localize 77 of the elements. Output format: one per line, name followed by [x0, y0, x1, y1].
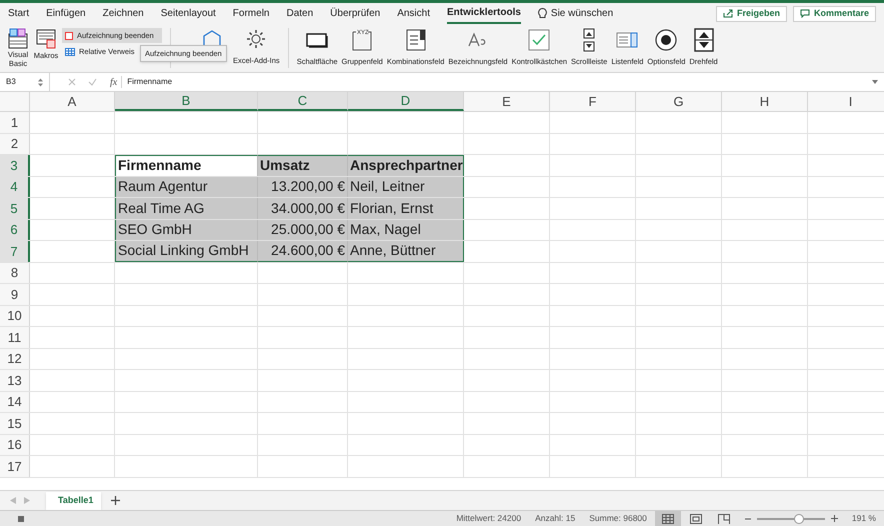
ribbon-tab[interactable]: Start: [8, 3, 30, 24]
zoom-percentage: 191 %: [852, 512, 876, 525]
row-header[interactable]: 12: [0, 348, 30, 369]
table-cell: Social Linking GmbH: [115, 241, 258, 262]
cancel-icon: [68, 78, 76, 86]
gear-icon: [245, 28, 268, 50]
row-header[interactable]: 5: [0, 198, 30, 218]
share-icon: [722, 9, 733, 18]
table-cell: 25.000,00 €: [258, 220, 348, 240]
ribbon-tab[interactable]: Daten: [286, 3, 314, 24]
column-header[interactable]: F: [550, 92, 636, 111]
column-header[interactable]: E: [464, 92, 550, 111]
row-header[interactable]: 3: [0, 155, 30, 176]
column-header[interactable]: B: [115, 92, 258, 111]
check-icon: [88, 78, 97, 86]
table-cell: SEO GmbH: [115, 220, 258, 240]
zoom-in-icon[interactable]: [830, 515, 838, 522]
table-icon: [65, 48, 75, 56]
row-header[interactable]: 8: [0, 262, 30, 283]
lightbulb-icon: [538, 8, 547, 19]
row-header[interactable]: 17: [0, 456, 30, 476]
sheet-tab[interactable]: Tabelle1: [46, 492, 101, 510]
table-cell: Firmenname: [115, 155, 258, 176]
row-header[interactable]: 13: [0, 370, 30, 390]
ribbon-tab[interactable]: Überprüfen: [330, 3, 380, 24]
grid-icon: [662, 514, 674, 524]
checkbox-control-icon[interactable]: [526, 28, 552, 52]
ribbon-tab[interactable]: Zeichnen: [102, 3, 144, 24]
page-break-icon: [718, 514, 730, 524]
formula-input[interactable]: Firmenname: [127, 76, 872, 88]
ribbon-tab[interactable]: Seitenlayout: [160, 3, 216, 24]
table-cell: Umsatz: [258, 155, 348, 176]
table-cell: 13.200,00 €: [258, 176, 348, 197]
column-header[interactable]: D: [348, 92, 464, 111]
row-header[interactable]: 15: [0, 413, 30, 434]
page-icon: [690, 514, 702, 524]
table-cell: Ansprechpartner: [348, 155, 464, 176]
tell-me-search[interactable]: Sie wünschen: [550, 6, 614, 21]
caret-icon: [872, 80, 878, 84]
row-header[interactable]: 6: [0, 220, 30, 240]
row-header[interactable]: 16: [0, 434, 30, 455]
table-cell: Anne, Büttner: [348, 241, 464, 262]
share-button[interactable]: Freigeben: [716, 6, 787, 22]
table-cell: Neil, Leitner: [348, 176, 464, 197]
zoom-slider-thumb[interactable]: [794, 514, 804, 524]
speech-bubble-icon: [800, 9, 810, 18]
ribbon-tab[interactable]: Formeln: [232, 3, 270, 24]
name-box[interactable]: B3: [0, 73, 50, 91]
column-header[interactable]: C: [258, 92, 348, 111]
table-cell: 24.600,00 €: [258, 241, 348, 262]
column-header[interactable]: I: [808, 92, 884, 111]
radio-button-icon[interactable]: [653, 28, 680, 52]
status-count: Anzahl: 15: [535, 512, 576, 525]
normal-view-button[interactable]: [654, 510, 681, 526]
ribbon-tab[interactable]: Ansicht: [397, 3, 430, 24]
row-header[interactable]: 7: [0, 241, 30, 262]
row-header[interactable]: 2: [0, 134, 30, 154]
row-header[interactable]: 9: [0, 284, 30, 304]
status-average: Mittelwert: 24200: [456, 512, 522, 525]
macro-stop-icon: [18, 516, 24, 522]
row-header[interactable]: 4: [0, 176, 30, 197]
row-header[interactable]: 10: [0, 306, 30, 326]
comments-button[interactable]: Kommentare: [792, 6, 876, 22]
column-header[interactable]: H: [722, 92, 808, 111]
row-header[interactable]: 11: [0, 327, 30, 348]
table-cell: Max, Nagel: [348, 220, 464, 240]
table-cell: Real Time AG: [115, 198, 258, 218]
table-cell: Raum Agentur: [115, 176, 258, 197]
status-sum: Summe: 96800: [589, 512, 647, 525]
ribbon-tab[interactable]: Einfügen: [46, 3, 86, 24]
table-cell: 34.000,00 €: [258, 198, 348, 218]
table-cell: Florian, Ernst: [348, 198, 464, 218]
add-sheet-icon[interactable]: [111, 496, 120, 505]
column-header[interactable]: G: [636, 92, 722, 111]
row-header[interactable]: 14: [0, 392, 30, 412]
function-icon: fx: [110, 74, 118, 90]
row-header[interactable]: 1: [0, 112, 30, 132]
